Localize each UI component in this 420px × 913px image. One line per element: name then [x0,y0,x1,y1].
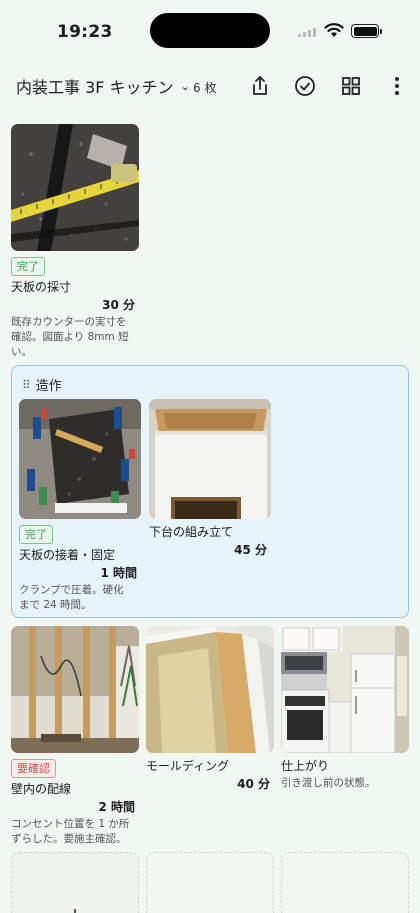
plus-icon [74,909,76,913]
status-time: 19:23 [57,22,113,42]
share-icon[interactable] [248,74,272,98]
card-duration: 45 分 [234,543,267,557]
photo-card[interactable]: 下台の組み立て 45 分 [149,399,271,558]
album-title-dropdown[interactable]: 内装工事 3F キッチン ⌄ [16,74,190,98]
dynamic-island [150,13,270,48]
photo-card[interactable]: 完了 天板の接着・固定 1 時間 クランプで圧着。硬化 まで 24 時間。 [19,399,141,613]
album-title: 内装工事 3F キッチン [16,78,174,97]
grid-icon[interactable] [339,74,363,98]
photo-card[interactable]: 仕上がり 引き渡し前の状態。 [281,626,409,791]
signal-icon [298,27,320,37]
card-note: 引き渡し前の状態。 [281,777,376,789]
add-photo-slot[interactable] [11,852,139,913]
card-title: 壁内の配線 [11,782,72,796]
photo-finished-kitchen[interactable] [281,626,409,753]
battery-icon [351,24,382,38]
drag-handle-icon[interactable]: ⠿ [22,378,31,392]
photo-countertop-measure[interactable] [11,124,139,251]
card-duration: 2 時間 [98,800,135,814]
check-circle-icon[interactable] [293,74,317,98]
card-note: コンセント位置を 1 か所 ずらした。要施主確認。 [11,818,130,845]
photo-count: 6 枚 [193,81,217,95]
status-bar: 19:23 [0,0,420,62]
more-vertical-icon[interactable] [385,74,409,98]
card-title: 下台の組み立て [149,525,234,539]
card-duration: 1 時間 [100,566,137,580]
card-title: 仕上がり [281,759,330,773]
group-title: 造作 [35,379,62,394]
photo-card[interactable]: モールディング 40 分 [146,626,274,792]
photo-cabinet-assembly[interactable] [149,399,271,519]
photo-molding[interactable] [146,626,274,753]
photo-countertop-clamp[interactable] [19,399,141,519]
status-badge: 完了 [11,257,45,276]
card-title: 天板の採寸 [11,280,72,294]
chevron-down-icon: ⌄ [180,79,190,93]
empty-photo-slot [146,852,274,913]
photo-card[interactable]: 要確認 壁内の配線 2 時間 コンセント位置を 1 か所 ずらした。要施主確認。 [11,626,139,847]
card-duration: 30 分 [102,298,135,312]
wifi-icon [324,23,344,37]
empty-photo-slot [281,852,409,913]
top-toolbar: 内装工事 3F キッチン ⌄ 6 枚 [0,66,420,106]
status-badge: 完了 [19,525,53,544]
group-header[interactable]: ⠿ 造作 [22,375,62,395]
card-note: 既存カウンターの実寸を 確認。図面より 8mm 短い。 [11,316,129,358]
card-duration: 40 分 [237,777,270,791]
card-note: クランプで圧着。硬化 まで 24 時間。 [19,584,124,611]
card-title: 天板の接着・固定 [19,548,116,562]
status-badge: 要確認 [11,759,56,778]
photo-card[interactable]: 完了 天板の採寸 30 分 既存カウンターの実寸を 確認。図面より 8mm 短い。 [11,124,139,360]
photo-group: ⠿ 造作 完了 天板の接着・固定 1 時間 クランプで圧着。硬化 まで 24 時間… [11,365,409,618]
photo-wall-wiring[interactable] [11,626,139,753]
card-title: モールディング [146,759,230,773]
